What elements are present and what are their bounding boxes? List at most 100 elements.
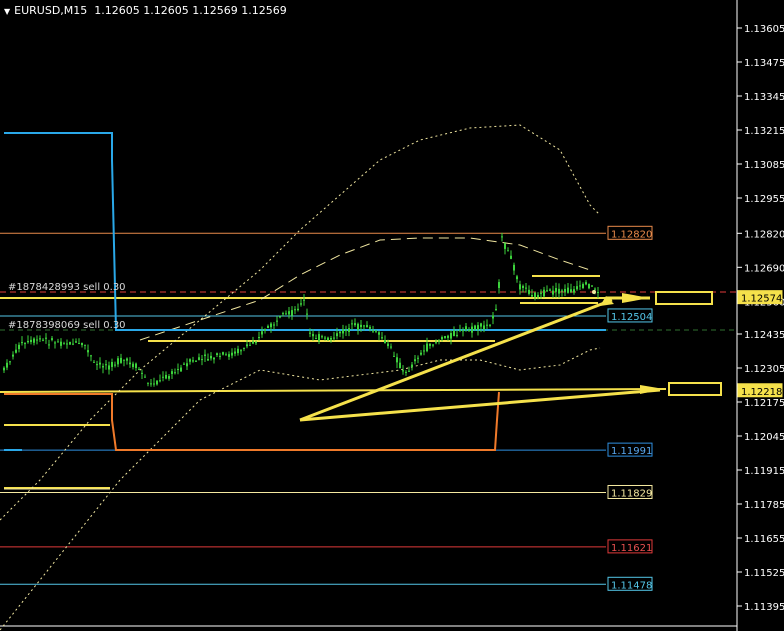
candle-body: [462, 330, 464, 332]
price-tick-label: 1.11915: [744, 466, 784, 477]
candle-body: [42, 339, 44, 341]
trend-line-up[interactable]: [299, 298, 613, 422]
candle-body: [432, 344, 434, 346]
candle-body: [120, 357, 122, 363]
candle-body: [585, 282, 587, 285]
candle-body: [273, 324, 275, 326]
candle-body: [237, 348, 239, 354]
candle-body: [309, 332, 311, 334]
candle-body: [540, 292, 542, 294]
candle-body: [588, 284, 590, 289]
candle-body: [243, 347, 245, 349]
candle-body: [384, 340, 386, 344]
order-label-1[interactable]: #1878428993 sell 0.30: [8, 282, 126, 293]
candle-body: [63, 343, 65, 345]
candle-body: [39, 338, 41, 340]
price-tick-label: 1.12820: [744, 229, 784, 240]
candle-body: [381, 337, 383, 339]
candle-body: [222, 352, 224, 355]
candle-body: [66, 343, 68, 345]
price-chart[interactable]: #1878428993 sell 0.30 #1878398069 sell 0…: [0, 0, 784, 631]
price-tick-label: 1.13475: [744, 58, 784, 69]
candle-body: [126, 358, 128, 361]
candle-body: [516, 276, 518, 280]
candle-body: [123, 359, 125, 361]
candle-body: [186, 363, 188, 367]
trend-line-flat[interactable]: [299, 388, 661, 422]
candle-body: [405, 371, 407, 373]
price-tag-label: 1.12504: [611, 312, 652, 323]
candle-body: [522, 285, 524, 288]
candle-body: [168, 376, 170, 379]
candle-body: [471, 326, 473, 333]
candle-body: [75, 341, 77, 343]
candle-body: [99, 362, 101, 365]
candle-body: [270, 323, 272, 328]
candle-body: [474, 325, 476, 330]
candle-body: [147, 382, 149, 384]
candle-body: [366, 325, 368, 328]
price-box-upper[interactable]: [655, 291, 713, 305]
candle-body: [591, 285, 593, 287]
candle-body: [204, 354, 206, 357]
candle-body: [318, 334, 320, 342]
candle-body: [357, 323, 359, 330]
candle-body: [18, 344, 20, 350]
candle-body: [129, 362, 131, 365]
candle-body: [549, 289, 551, 291]
candle-body: [207, 359, 209, 361]
price-tick-label: 1.12305: [744, 364, 784, 375]
candle-body: [555, 288, 557, 292]
candle-body: [510, 255, 512, 259]
candle-body: [360, 324, 362, 328]
candle-body: [60, 341, 62, 346]
candle-body: [426, 343, 428, 352]
candle-body: [480, 323, 482, 327]
candle-body: [219, 355, 221, 357]
candle-body: [336, 333, 338, 337]
price-tag-label: 1.12820: [611, 229, 652, 240]
candle-body: [231, 352, 233, 356]
candle-body: [396, 357, 398, 363]
order-label-2[interactable]: #1878398069 sell 0.30: [8, 320, 126, 331]
candle-body: [153, 383, 155, 385]
candle-body: [279, 316, 281, 318]
candle-body: [54, 342, 56, 344]
price-tick-label: 1.12955: [744, 194, 784, 205]
candle-body: [102, 366, 104, 368]
candle-body: [378, 332, 380, 335]
price-tick-label: 1.12175: [744, 398, 784, 409]
candle-body: [249, 344, 251, 346]
candle-body: [183, 363, 185, 365]
candle-body: [81, 342, 83, 346]
candle-body: [9, 361, 11, 363]
candle-body: [345, 330, 347, 332]
candle-body: [492, 315, 494, 319]
candle-body: [594, 288, 596, 290]
candle-body: [69, 341, 71, 345]
candle-body: [420, 352, 422, 355]
candle-body: [447, 335, 449, 338]
candle-body: [135, 363, 137, 368]
price-tick-label: 1.12690: [744, 263, 784, 274]
candle-body: [579, 285, 581, 287]
price-tick-label: 1.11785: [744, 500, 784, 511]
orange-step-line[interactable]: [4, 391, 500, 451]
candle-body: [465, 326, 467, 331]
candle-body: [294, 309, 296, 311]
candle-body: [483, 325, 485, 330]
candle-body: [33, 338, 35, 343]
candle-body: [534, 292, 536, 297]
candle-body: [210, 355, 212, 359]
candle-body: [414, 359, 416, 362]
candle-body: [240, 350, 242, 352]
candle-body: [285, 313, 287, 315]
candle-body: [429, 343, 431, 346]
candle-body: [57, 341, 59, 343]
candle-body: [276, 320, 278, 322]
candle-body: [195, 360, 197, 362]
support-line[interactable]: [0, 388, 667, 393]
price-box-lower[interactable]: [668, 382, 722, 396]
candle-body: [441, 337, 443, 340]
candle-body: [453, 330, 455, 336]
